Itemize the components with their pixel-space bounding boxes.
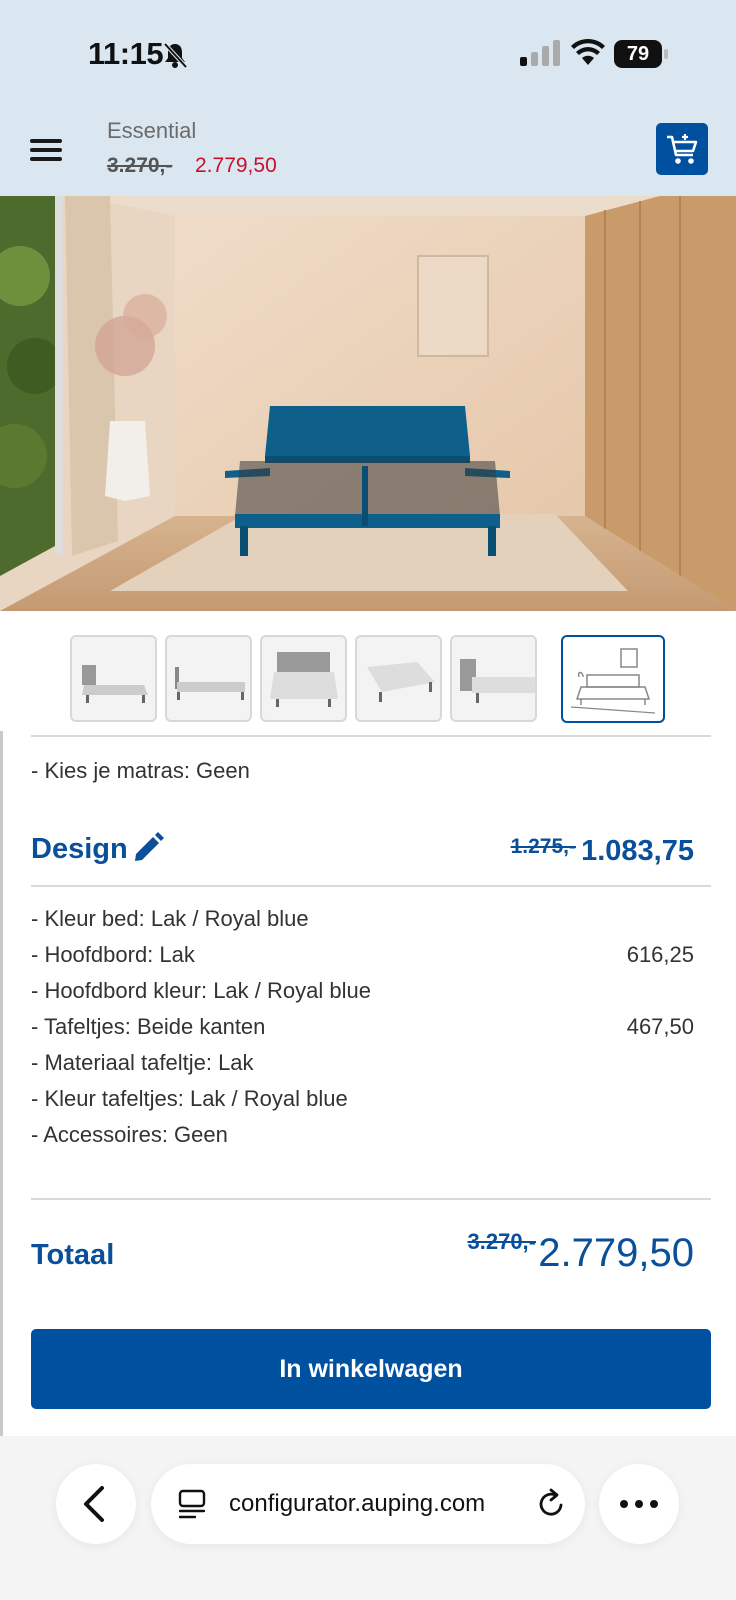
status-bar: 11:15 79 <box>0 0 736 108</box>
design-item-label: - Accessoires: Geen <box>31 1122 228 1147</box>
divider <box>31 1198 711 1200</box>
image-thumbnails <box>0 611 736 731</box>
design-title: Design <box>31 833 128 865</box>
bedroom-render <box>0 196 736 611</box>
total-old-price: 3.270,- <box>467 1229 537 1254</box>
configuration-summary: - Kies je matras: Geen Design 1.275,- 1.… <box>0 731 736 1436</box>
thumbnail-3[interactable] <box>260 635 347 722</box>
divider <box>31 735 711 737</box>
design-new-price: 1.083,75 <box>581 835 694 867</box>
back-icon <box>84 1486 104 1522</box>
thumbnail-5[interactable] <box>450 635 537 722</box>
design-item-price: 467,50 <box>626 1014 694 1039</box>
design-item-label: - Hoofdbord: Lak <box>31 942 195 967</box>
design-item-label: - Hoofdbord kleur: Lak / Royal blue <box>31 978 371 1003</box>
reload-icon[interactable] <box>534 1487 568 1521</box>
menu-icon[interactable] <box>30 136 64 164</box>
total-new-price: 2.779,50 <box>538 1231 694 1275</box>
design-item-label: - Materiaal tafeltje: Lak <box>31 1050 254 1075</box>
app-header: Essential 3.270,- 2.779,50 <box>0 108 736 196</box>
signal-icon <box>520 40 560 66</box>
browser-toolbar: configurator.auping.com <box>0 1436 736 1600</box>
total-label: Totaal <box>31 1239 115 1271</box>
room-outline-icon <box>570 648 656 714</box>
battery-tip <box>664 49 668 59</box>
add-to-cart-button[interactable]: In winkelwagen <box>31 1329 711 1409</box>
matras-line: - Kies je matras: Geen <box>31 758 250 783</box>
cart-add-icon <box>667 134 698 164</box>
more-icon <box>620 1500 658 1508</box>
more-button[interactable] <box>599 1464 679 1544</box>
thumbnail-4[interactable] <box>355 635 442 722</box>
bell-off-icon <box>163 42 188 69</box>
design-old-price: 1.275,- <box>510 835 576 858</box>
battery-icon: 79 <box>614 40 668 68</box>
product-name: Essential <box>107 118 197 143</box>
tabs-icon <box>178 1489 206 1519</box>
design-item-label: - Kleur bed: Lak / Royal blue <box>31 906 309 931</box>
thumbnail-1[interactable] <box>70 635 157 722</box>
design-item-price: 616,25 <box>626 942 694 967</box>
design-item-label: - Kleur tafeltjes: Lak / Royal blue <box>31 1086 348 1111</box>
design-item-label: - Tafeltjes: Beide kanten <box>31 1014 266 1039</box>
header-old-price: 3.270,- <box>107 154 173 177</box>
status-time: 11:15 <box>88 36 164 71</box>
wifi-icon <box>571 38 605 65</box>
thumbnail-2[interactable] <box>165 635 252 722</box>
pencil-icon[interactable] <box>131 831 165 865</box>
back-button[interactable] <box>56 1464 136 1544</box>
product-hero-image <box>0 196 736 611</box>
battery-level: 79 <box>614 40 662 68</box>
url-text: configurator.auping.com <box>229 1490 486 1517</box>
cart-button[interactable] <box>656 123 708 175</box>
divider <box>31 885 711 887</box>
address-bar[interactable]: configurator.auping.com <box>151 1464 585 1544</box>
header-new-price: 2.779,50 <box>195 154 277 177</box>
thumbnail-room-view[interactable] <box>561 635 665 723</box>
